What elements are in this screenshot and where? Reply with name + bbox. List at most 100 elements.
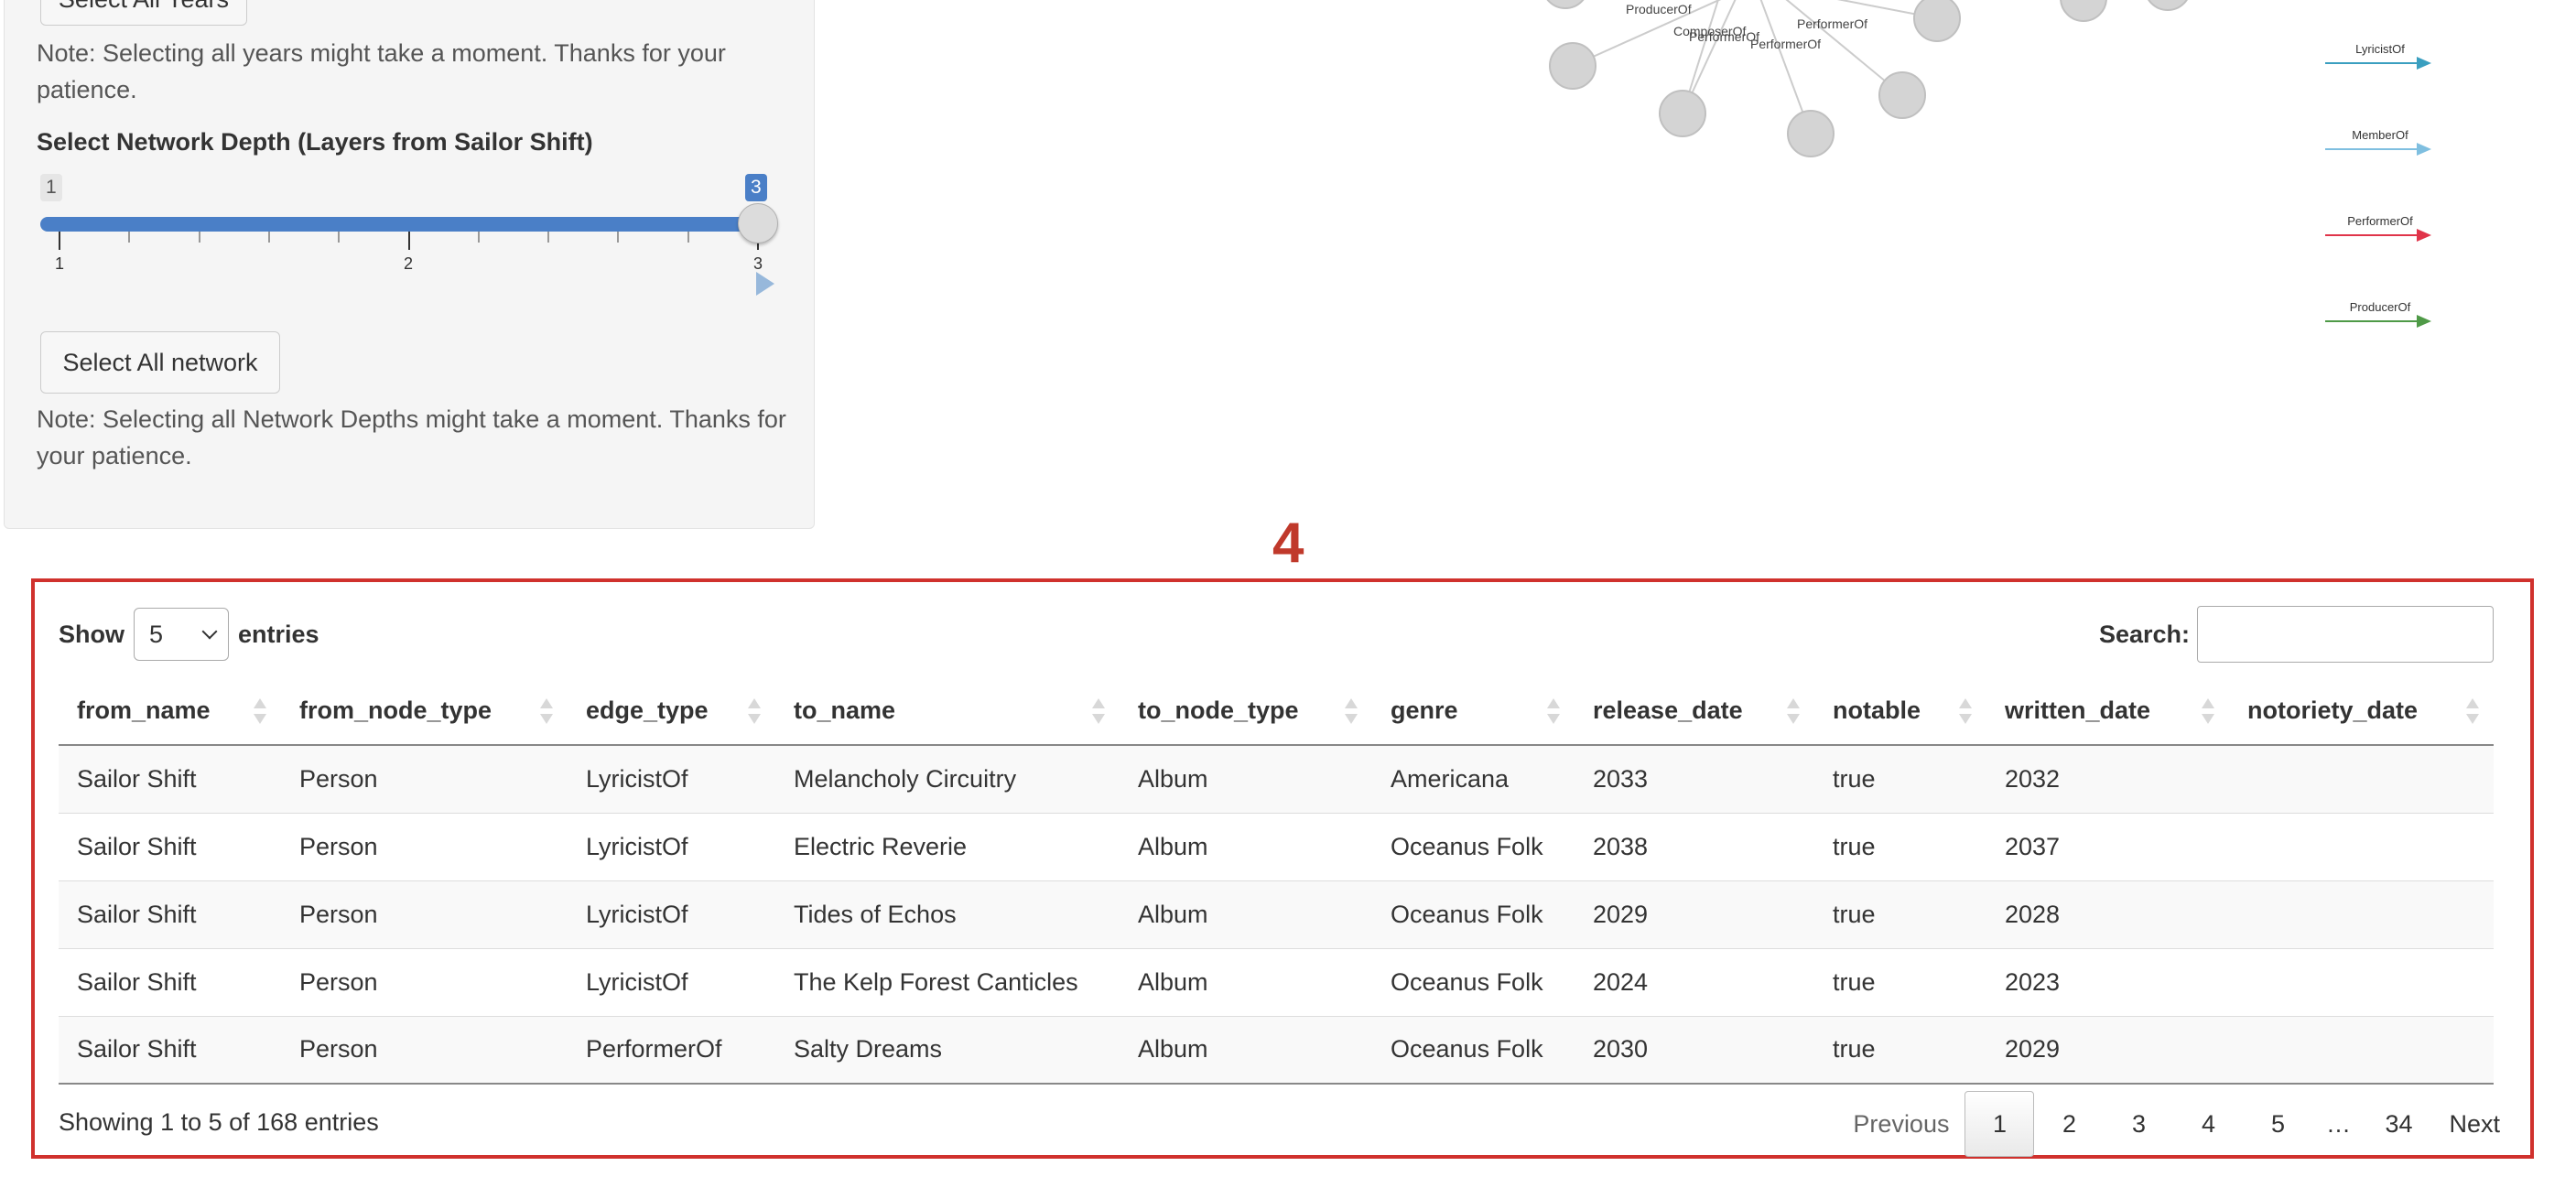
table-cell-notoriety-date — [2229, 948, 2494, 1017]
table-cell-to-node-type: Album — [1120, 948, 1372, 1017]
table-cell-to-node-type: Album — [1120, 745, 1372, 814]
legend-line — [2325, 320, 2419, 322]
table-cell-from-node-type: Person — [281, 1016, 568, 1085]
pagination-ellipsis: … — [2325, 1109, 2351, 1138]
chevron-down-icon — [201, 623, 218, 640]
edge-label: PerformerOf — [1689, 29, 1760, 44]
table-cell-notoriety-date — [2229, 813, 2494, 881]
table-cell-written-date: 2037 — [1986, 813, 2229, 881]
sort-icon — [748, 697, 761, 724]
column-header-notable[interactable]: notable — [1814, 677, 1986, 746]
table-cell-genre: Oceanus Folk — [1372, 880, 1575, 949]
edge-label: ProducerOf — [1626, 2, 1692, 16]
table-cell-to-node-type: Album — [1120, 813, 1372, 881]
arrow-icon — [2417, 57, 2431, 70]
table-cell-release-date: 2024 — [1575, 948, 1814, 1017]
table-cell-genre: Oceanus Folk — [1372, 813, 1575, 881]
column-header-from-node-type[interactable]: from_node_type — [281, 677, 568, 746]
edge-label: PerformerOf — [1750, 37, 1822, 51]
table-row[interactable]: Sailor Shift Person PerformerOf Salty Dream… — [59, 1016, 2494, 1085]
table-cell-notoriety-date — [2229, 745, 2494, 814]
arrow-icon — [2417, 229, 2431, 242]
table-cell-edge-type: LyricistOf — [568, 745, 775, 814]
network-node[interactable] — [1549, 42, 1596, 90]
table-cell-release-date: 2030 — [1575, 1016, 1814, 1085]
column-header-notoriety-date[interactable]: notoriety_date — [2229, 677, 2494, 746]
column-header-edge-type[interactable]: edge_type — [568, 677, 775, 746]
table-cell-genre: Oceanus Folk — [1372, 1016, 1575, 1085]
table-cell-notable: true — [1814, 813, 1986, 881]
legend-line — [2325, 234, 2419, 236]
column-header-written-date[interactable]: written_date — [1986, 677, 2229, 746]
legend-label: LyricistOf — [2355, 42, 2405, 56]
table-cell-from-node-type: Person — [281, 880, 568, 949]
legend-line — [2325, 148, 2419, 150]
page-button-4[interactable]: 4 — [2173, 1091, 2243, 1157]
table-cell-notable: true — [1814, 880, 1986, 949]
column-header-label: to_name — [794, 696, 896, 724]
section-marker: 4 — [1272, 512, 1304, 575]
table-cell-written-date: 2032 — [1986, 745, 2229, 814]
page-length-control: Show 5 entries — [59, 608, 319, 661]
table-row[interactable]: Sailor Shift Person LyricistOf Melancholy C… — [59, 745, 2494, 814]
table-row[interactable]: Sailor Shift Person LyricistOf Tides of Ech… — [59, 880, 2494, 949]
network-node[interactable] — [1659, 90, 1706, 137]
search-label: Search: — [2098, 620, 2190, 648]
legend-item-producerof: ProducerOf — [2325, 300, 2435, 337]
network-node[interactable] — [1878, 71, 1926, 119]
edge-label: PerformerOf — [1797, 16, 1868, 31]
table-cell-notable: true — [1814, 745, 1986, 814]
column-header-label: release_date — [1593, 696, 1743, 724]
table-cell-from-name: Sailor Shift — [59, 880, 281, 949]
column-header-label: from_name — [77, 696, 211, 724]
sort-icon — [1092, 697, 1105, 724]
page-button-3[interactable]: 3 — [2104, 1091, 2173, 1157]
entries-label: entries — [238, 620, 319, 648]
sort-icon — [1547, 697, 1560, 724]
page-length-select[interactable]: 5 — [134, 608, 229, 661]
table-cell-to-name: Tides of Echos — [775, 880, 1120, 949]
table-cell-to-node-type: Album — [1120, 880, 1372, 949]
table-row[interactable]: Sailor Shift Person LyricistOf The Kelp For… — [59, 948, 2494, 1017]
column-header-genre[interactable]: genre — [1372, 677, 1575, 746]
arrow-icon — [2417, 315, 2431, 328]
page-button-5[interactable]: 5 — [2243, 1091, 2312, 1157]
table-cell-written-date: 2028 — [1986, 880, 2229, 949]
table-cell-written-date: 2029 — [1986, 1016, 2229, 1085]
next-button[interactable]: Next — [2433, 1091, 2516, 1157]
table-cell-edge-type: LyricistOf — [568, 948, 775, 1017]
table-cell-release-date: 2033 — [1575, 745, 1814, 814]
sort-icon — [540, 697, 553, 724]
table-cell-from-name: Sailor Shift — [59, 948, 281, 1017]
search-input[interactable] — [2197, 606, 2494, 663]
table-cell-genre: Americana — [1372, 745, 1575, 814]
network-graph[interactable] — [0, 0, 2576, 513]
column-header-to-name[interactable]: to_name — [775, 677, 1120, 746]
table-cell-notoriety-date — [2229, 1016, 2494, 1085]
legend-item-lyricistof: LyricistOf — [2325, 42, 2435, 79]
page-length-value: 5 — [149, 620, 164, 648]
network-node[interactable] — [1787, 110, 1835, 157]
column-header-label: from_node_type — [299, 696, 492, 724]
page-button-34[interactable]: 34 — [2364, 1091, 2433, 1157]
sort-icon — [2202, 697, 2214, 724]
table-cell-edge-type: LyricistOf — [568, 880, 775, 949]
arrow-icon — [2417, 143, 2431, 156]
column-header-to-node-type[interactable]: to_node_type — [1120, 677, 1372, 746]
sort-icon — [2466, 697, 2479, 724]
table-cell-from-node-type: Person — [281, 813, 568, 881]
sort-icon — [1959, 697, 1972, 724]
table-cell-release-date: 2029 — [1575, 880, 1814, 949]
table-cell-to-name: Melancholy Circuitry — [775, 745, 1120, 814]
column-header-from-name[interactable]: from_name — [59, 677, 281, 746]
page-button-1[interactable]: 1 — [1964, 1091, 2035, 1157]
column-header-label: edge_type — [586, 696, 709, 724]
page-button-2[interactable]: 2 — [2034, 1091, 2104, 1157]
previous-button[interactable]: Previous — [1837, 1091, 1964, 1157]
table-cell-from-name: Sailor Shift — [59, 745, 281, 814]
table-cell-notable: true — [1814, 948, 1986, 1017]
table-row[interactable]: Sailor Shift Person LyricistOf Electric Rev… — [59, 813, 2494, 881]
column-header-release-date[interactable]: release_date — [1575, 677, 1814, 746]
legend-label: PerformerOf — [2347, 214, 2413, 228]
table-cell-from-node-type: Person — [281, 745, 568, 814]
